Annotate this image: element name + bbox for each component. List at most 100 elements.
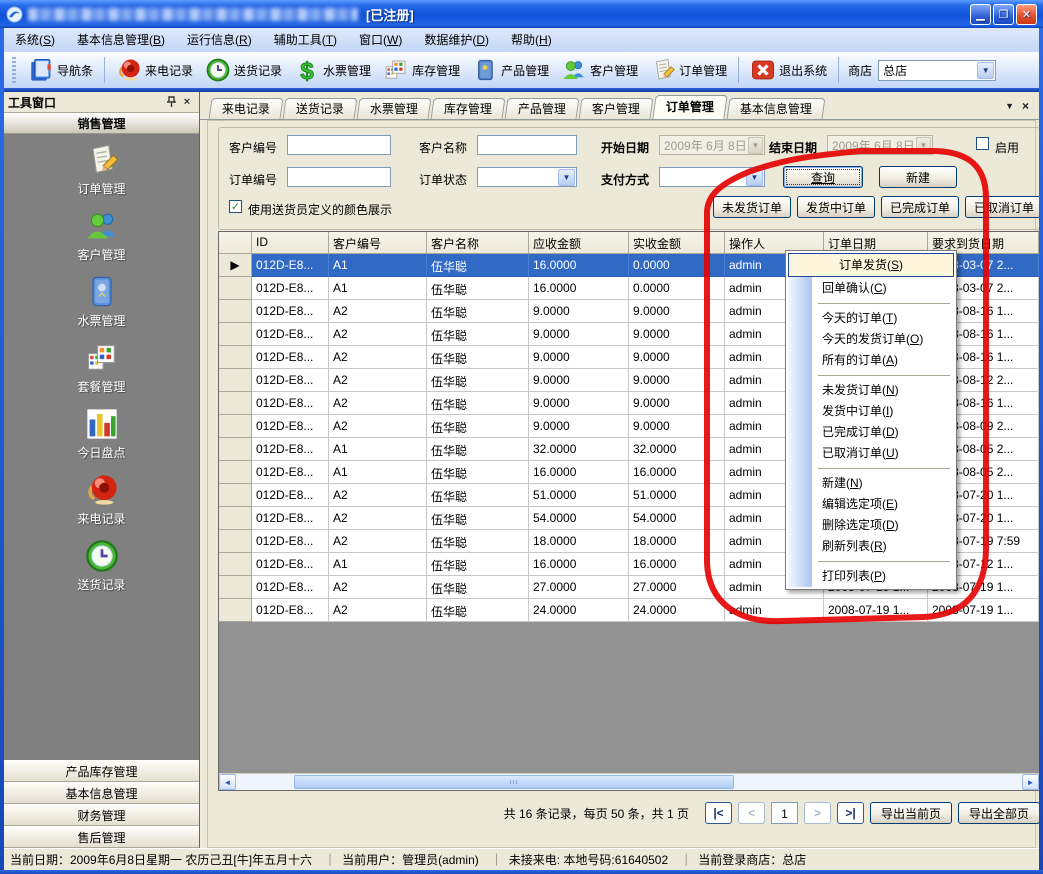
toolbar-button-来电记录[interactable]: 来电记录 (110, 55, 199, 85)
context-menu-item-未发货订单(N)[interactable]: 未发货订单(N) (788, 380, 954, 401)
filter-button-已取消订单[interactable]: 已取消订单 (965, 196, 1043, 218)
menubar-item-7[interactable]: 帮助(H) (500, 28, 563, 52)
minimize-button[interactable]: ▁ (970, 4, 991, 25)
tab-库存管理[interactable]: 库存管理 (431, 98, 506, 119)
sidebar-item-来电记录[interactable]: 来电记录 (4, 472, 199, 527)
toolbar-button-订单管理[interactable]: 订单管理 (644, 55, 733, 85)
sidebar-item-客户管理[interactable]: 客户管理 (4, 208, 199, 263)
horizontal-scrollbar[interactable]: ◄ ► (219, 773, 1039, 790)
sidebar-group-财务管理[interactable]: 财务管理 (4, 804, 199, 826)
context-menu-item-刷新列表(R)[interactable]: 刷新列表(R) (788, 536, 954, 557)
page-number-input[interactable]: 1 (771, 802, 798, 824)
row-selector[interactable] (219, 323, 252, 346)
row-selector[interactable] (219, 300, 252, 323)
context-menu-item-打印列表(P)[interactable]: 打印列表(P) (788, 566, 954, 587)
sidebar-item-今日盘点[interactable]: 今日盘点 (4, 406, 199, 461)
row-selector[interactable] (219, 530, 252, 553)
sidebar-section-sales[interactable]: 销售管理 (4, 113, 199, 134)
row-selector[interactable] (219, 392, 252, 415)
query-button[interactable]: 查询 (783, 166, 863, 188)
row-selector[interactable] (219, 415, 252, 438)
menubar-item-6[interactable]: 数据维护(D) (413, 28, 500, 52)
pay-method-dropdown[interactable]: ▼ (659, 167, 765, 187)
context-menu-item-发货中订单(I)[interactable]: 发货中订单(I) (788, 401, 954, 422)
tab-来电记录[interactable]: 来电记录 (209, 98, 284, 119)
row-selector[interactable] (219, 576, 252, 599)
last-page-button[interactable]: >| (837, 802, 864, 824)
sidebar-group-产品库存管理[interactable]: 产品库存管理 (4, 760, 199, 782)
toolbar-button-水票管理[interactable]: $水票管理 (288, 55, 377, 85)
row-selector[interactable] (219, 553, 252, 576)
context-menu-item-今天的发货订单(O)[interactable]: 今天的发货订单(O) (788, 329, 954, 350)
filter-button-发货中订单[interactable]: 发货中订单 (797, 196, 875, 218)
row-selector[interactable] (219, 438, 252, 461)
menubar-item-4[interactable]: 辅助工具(T) (263, 28, 348, 52)
row-selector[interactable] (219, 507, 252, 530)
tab-送货记录[interactable]: 送货记录 (283, 98, 358, 119)
tab-list-dropdown-icon[interactable]: ▼ (1005, 101, 1014, 111)
tab-订单管理[interactable]: 订单管理 (652, 95, 727, 119)
export-all-pages-button[interactable]: 导出全部页 (958, 802, 1040, 824)
scrollbar-track[interactable] (236, 774, 1022, 790)
sidebar-group-基本信息管理[interactable]: 基本信息管理 (4, 782, 199, 804)
table-row[interactable]: 012D-E8...A2伍华聪24.000024.0000admin2008-0… (219, 599, 1039, 622)
end-date-picker[interactable]: 2009年 6月 8日 ▼ (827, 135, 933, 155)
sidebar-item-订单管理[interactable]: 订单管理 (4, 142, 199, 197)
column-header-ID[interactable]: ID (252, 232, 329, 254)
tab-基本信息管理[interactable]: 基本信息管理 (727, 98, 826, 119)
first-page-button[interactable]: |< (705, 802, 732, 824)
start-date-picker[interactable]: 2009年 6月 8日 ▼ (659, 135, 765, 155)
row-selector[interactable] (219, 346, 252, 369)
column-header-实收金额[interactable]: 实收金额 (629, 232, 725, 254)
maximize-button[interactable]: ❐ (993, 4, 1014, 25)
order-status-dropdown[interactable]: ▼ (477, 167, 577, 187)
toolbar-button-导航条[interactable]: 导航条 (22, 55, 99, 85)
close-button[interactable]: ✕ (1016, 4, 1037, 25)
context-menu-item-已完成订单(D)[interactable]: 已完成订单(D) (788, 422, 954, 443)
column-header-客户编号[interactable]: 客户编号 (329, 232, 427, 254)
tool-window-close-icon[interactable]: × (179, 95, 195, 109)
filter-button-已完成订单[interactable]: 已完成订单 (881, 196, 959, 218)
pin-icon[interactable] (163, 95, 179, 109)
menubar-item-5[interactable]: 窗口(W) (348, 28, 413, 52)
column-header-客户名称[interactable]: 客户名称 (427, 232, 529, 254)
sidebar-group-售后管理[interactable]: 售后管理 (4, 826, 199, 848)
toolbar-button-客户管理[interactable]: 客户管理 (555, 55, 644, 85)
tab-产品管理[interactable]: 产品管理 (505, 98, 580, 119)
color-display-checkbox[interactable]: ✓ (229, 200, 242, 213)
order-no-input[interactable] (287, 167, 391, 187)
context-menu-item-编辑选定项(E)[interactable]: 编辑选定项(E) (788, 494, 954, 515)
row-selector[interactable] (219, 277, 252, 300)
context-menu-item-回单确认(C)[interactable]: 回单确认(C) (788, 278, 954, 299)
menubar-item-1[interactable]: 系统(S) (4, 28, 66, 52)
enable-checkbox[interactable] (976, 137, 989, 150)
row-selector[interactable] (219, 599, 252, 622)
row-selector[interactable]: ▶ (219, 254, 252, 277)
menubar-item-2[interactable]: 基本信息管理(B) (66, 28, 176, 52)
context-menu-item-所有的订单(A)[interactable]: 所有的订单(A) (788, 350, 954, 371)
export-current-page-button[interactable]: 导出当前页 (870, 802, 952, 824)
prev-page-button[interactable]: < (738, 802, 765, 824)
row-selector[interactable] (219, 484, 252, 507)
sidebar-item-套餐管理[interactable]: 套餐管理 (4, 340, 199, 395)
customer-name-input[interactable] (477, 135, 577, 155)
tab-水票管理[interactable]: 水票管理 (357, 98, 432, 119)
menubar-item-3[interactable]: 运行信息(R) (176, 28, 263, 52)
scroll-left-icon[interactable]: ◄ (219, 774, 236, 790)
chevron-down-icon[interactable]: ▼ (977, 62, 994, 79)
row-selector[interactable] (219, 461, 252, 484)
new-button[interactable]: 新建 (879, 166, 957, 188)
context-menu-item-已取消订单(U)[interactable]: 已取消订单(U) (788, 443, 954, 464)
scrollbar-thumb[interactable] (294, 775, 734, 789)
context-menu-item-删除选定项(D)[interactable]: 删除选定项(D) (788, 515, 954, 536)
column-header-应收金额[interactable]: 应收金额 (529, 232, 629, 254)
customer-no-input[interactable] (287, 135, 391, 155)
toolbar-button-产品管理[interactable]: 产品管理 (466, 55, 555, 85)
scroll-right-icon[interactable]: ► (1022, 774, 1039, 790)
next-page-button[interactable]: > (804, 802, 831, 824)
tab-close-icon[interactable]: × (1022, 99, 1029, 113)
toolbar-button-送货记录[interactable]: 送货记录 (199, 55, 288, 85)
context-menu-item-订单发货(S)[interactable]: 订单发货(S) (788, 253, 954, 277)
toolbar-button-退出系统[interactable]: 退出系统 (744, 55, 833, 85)
shop-dropdown[interactable]: 总店 ▼ (878, 60, 996, 81)
